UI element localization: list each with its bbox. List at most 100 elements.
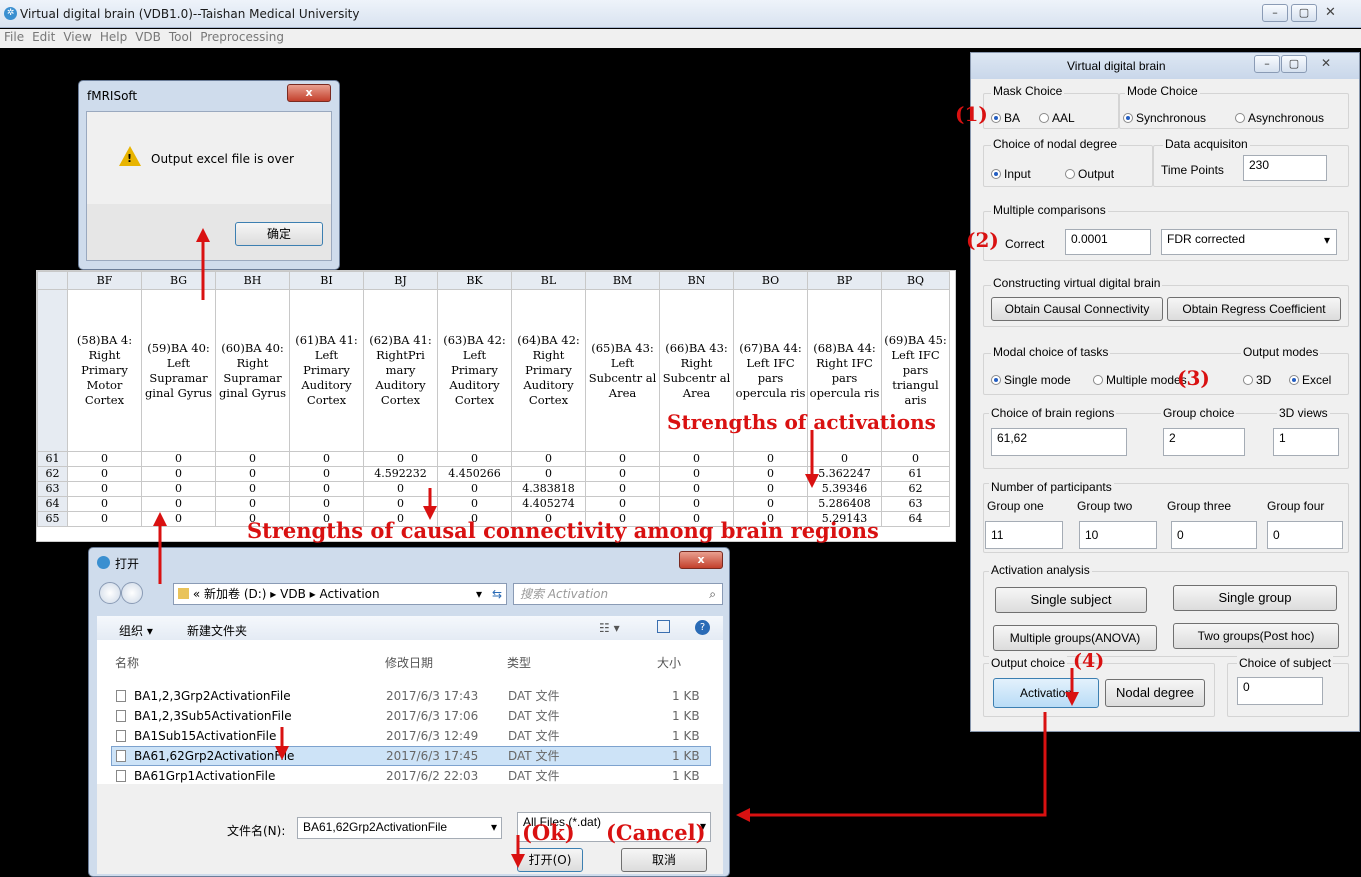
nodal-degree-button[interactable]: Nodal degree xyxy=(1105,679,1205,707)
list-item[interactable]: BA1,2,3Grp2ActivationFile 2017/6/3 17:43 D… xyxy=(111,686,711,706)
column-header[interactable]: BG xyxy=(141,271,216,290)
group-choice-input[interactable]: 2 xyxy=(1163,428,1245,456)
mode-3d-radio[interactable]: 3D xyxy=(1243,373,1271,387)
mask-aal-radio[interactable]: AAL xyxy=(1039,111,1075,125)
column-header[interactable]: BP xyxy=(807,271,882,290)
nodal-output-radio[interactable]: Output xyxy=(1065,167,1114,181)
table-cell[interactable]: 0 xyxy=(363,481,438,497)
region-header[interactable]: (61)BA 41: Left Primary Auditory Cortex xyxy=(289,289,364,452)
new-folder-button[interactable]: 新建文件夹 xyxy=(187,622,247,639)
mask-ba-radio[interactable]: BA xyxy=(991,111,1020,125)
table-cell[interactable]: 0 xyxy=(289,496,364,512)
region-header[interactable]: (58)BA 4: Right Primary Motor Cortex xyxy=(67,289,142,452)
size-column-header[interactable]: 大小 xyxy=(657,654,681,671)
row-number[interactable]: 65 xyxy=(37,511,68,527)
single-subject-button[interactable]: Single subject xyxy=(995,587,1147,613)
table-cell[interactable]: 4.592232 xyxy=(363,466,438,482)
list-item[interactable]: BA61,62Grp2ActivationFile 2017/6/3 17:45 D… xyxy=(111,746,711,766)
table-cell[interactable]: 0 xyxy=(733,481,808,497)
maximize-icon[interactable]: ▢ xyxy=(1281,55,1307,73)
table-cell[interactable]: 0 xyxy=(511,466,586,482)
table-cell[interactable]: 61 xyxy=(881,466,950,482)
column-header[interactable]: BL xyxy=(511,271,586,290)
table-cell[interactable]: 0 xyxy=(215,496,290,512)
list-item[interactable]: BA1,2,3Sub5ActivationFile 2017/6/3 17:06 D… xyxy=(111,706,711,726)
minimize-icon[interactable]: – xyxy=(1262,4,1288,22)
row-number[interactable]: 61 xyxy=(37,451,68,467)
single-group-button[interactable]: Single group xyxy=(1173,585,1337,611)
row-number[interactable]: 64 xyxy=(37,496,68,512)
column-header[interactable]: BO xyxy=(733,271,808,290)
search-input[interactable]: 搜索 Activation ⌕ xyxy=(513,583,723,605)
open-button[interactable]: 打开(O) xyxy=(517,848,583,872)
group-four-input[interactable]: 0 xyxy=(1267,521,1343,549)
table-cell[interactable]: 0 xyxy=(141,466,216,482)
correction-select[interactable]: FDR corrected ▾ xyxy=(1161,229,1337,255)
column-header[interactable]: BM xyxy=(585,271,660,290)
mode-async-radio[interactable]: Asynchronous xyxy=(1235,111,1324,125)
menu-preprocessing[interactable]: Preprocessing xyxy=(196,29,288,45)
table-cell[interactable]: 0 xyxy=(585,451,660,467)
table-cell[interactable]: 4.450266 xyxy=(437,466,512,482)
maximize-icon[interactable]: ▢ xyxy=(1291,4,1317,22)
breadcrumb-overflow[interactable]: « xyxy=(193,587,200,601)
table-cell[interactable]: 5.286408 xyxy=(807,496,882,512)
multiple-groups-button[interactable]: Multiple groups(ANOVA) xyxy=(993,625,1157,651)
cancel-button[interactable]: 取消 xyxy=(621,848,707,872)
table-cell[interactable]: 0 xyxy=(733,496,808,512)
list-item[interactable]: BA61Grp1ActivationFile 2017/6/2 22:03 DAT … xyxy=(111,766,711,786)
region-header[interactable]: (63)BA 42: Left Primary Auditory Cortex xyxy=(437,289,512,452)
region-header[interactable]: (64)BA 42: Right Primary Auditory Cortex xyxy=(511,289,586,452)
ok-button[interactable]: 确定 xyxy=(235,222,323,246)
menu-tool[interactable]: Tool xyxy=(165,29,196,45)
breadcrumb-activation[interactable]: Activation xyxy=(320,587,380,601)
table-cell[interactable]: 0 xyxy=(67,481,142,497)
mode-excel-radio[interactable]: Excel xyxy=(1289,373,1331,387)
region-header[interactable]: (62)BA 41: RightPri mary Auditory Cortex xyxy=(363,289,438,452)
group-two-input[interactable]: 10 xyxy=(1079,521,1157,549)
breadcrumb-drive[interactable]: 新加卷 (D:) xyxy=(204,587,266,601)
multiple-modes-radio[interactable]: Multiple modes xyxy=(1093,373,1187,387)
table-cell[interactable]: 0 xyxy=(659,466,734,482)
table-cell[interactable]: 0 xyxy=(437,496,512,512)
minimize-icon[interactable]: – xyxy=(1254,55,1280,73)
table-cell[interactable]: 0 xyxy=(67,496,142,512)
name-column-header[interactable]: 名称 xyxy=(115,654,139,671)
views-3d-input[interactable]: 1 xyxy=(1273,428,1339,456)
table-cell[interactable]: 0 xyxy=(141,496,216,512)
table-cell[interactable]: 5.362247 xyxy=(807,466,882,482)
help-icon[interactable]: ? xyxy=(695,620,710,635)
table-cell[interactable]: 0 xyxy=(141,511,216,527)
column-header[interactable]: BN xyxy=(659,271,734,290)
menu-view[interactable]: View xyxy=(59,29,95,45)
table-cell[interactable]: 0 xyxy=(363,496,438,512)
table-cell[interactable]: 0 xyxy=(659,481,734,497)
menu-file[interactable]: File xyxy=(0,29,28,45)
table-cell[interactable]: 0 xyxy=(289,451,364,467)
table-cell[interactable]: 0 xyxy=(215,481,290,497)
table-cell[interactable]: 0 xyxy=(363,451,438,467)
table-cell[interactable]: 0 xyxy=(585,496,660,512)
table-cell[interactable]: 64 xyxy=(881,511,950,527)
column-header[interactable]: BK xyxy=(437,271,512,290)
column-header[interactable]: BF xyxy=(67,271,142,290)
mode-sync-radio[interactable]: Synchronous xyxy=(1123,111,1206,125)
region-header[interactable]: (65)BA 43: Left Subcentr al Area xyxy=(585,289,660,452)
table-cell[interactable]: 0 xyxy=(881,451,950,467)
row-number[interactable]: 62 xyxy=(37,466,68,482)
group-three-input[interactable]: 0 xyxy=(1171,521,1257,549)
correct-input[interactable]: 0.0001 xyxy=(1065,229,1151,255)
menu-edit[interactable]: Edit xyxy=(28,29,59,45)
table-cell[interactable]: 0 xyxy=(67,466,142,482)
table-cell[interactable]: 0 xyxy=(733,451,808,467)
table-cell[interactable]: 0 xyxy=(289,481,364,497)
table-cell[interactable]: 0 xyxy=(67,451,142,467)
table-cell[interactable]: 0 xyxy=(141,451,216,467)
forward-icon[interactable] xyxy=(121,582,143,604)
search-icon[interactable]: ⌕ xyxy=(709,584,716,604)
menu-help[interactable]: Help xyxy=(96,29,131,45)
dropdown-icon[interactable]: ▾ xyxy=(476,584,482,604)
row-number[interactable]: 63 xyxy=(37,481,68,497)
refresh-icon[interactable]: ⇆ xyxy=(492,584,502,604)
address-bar[interactable]: « 新加卷 (D:) ▸ VDB ▸ Activation ▾ ⇆ xyxy=(173,583,507,605)
